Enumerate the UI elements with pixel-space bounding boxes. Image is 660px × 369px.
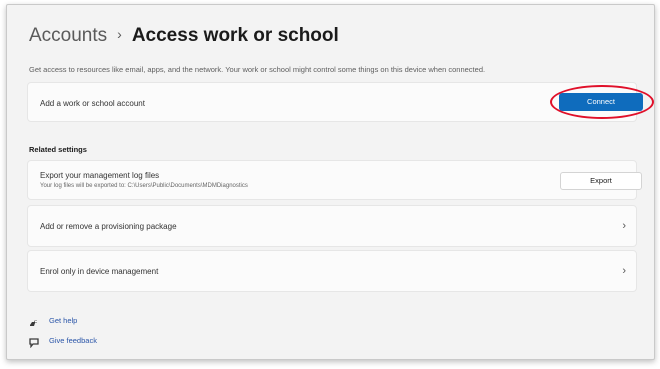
provisioning-package-label: Add or remove a provisioning package	[40, 222, 177, 231]
add-account-label: Add a work or school account	[40, 99, 145, 108]
chevron-right-icon: ›	[622, 220, 626, 232]
enrol-device-management-label: Enrol only in device management	[40, 267, 159, 276]
chevron-right-icon: ›	[622, 265, 626, 277]
export-logs-label: Export your management log files	[40, 171, 160, 180]
breadcrumb-chevron-icon: ›	[117, 26, 122, 42]
breadcrumb: Accounts › Access work or school	[29, 25, 339, 47]
export-logs-path: Your log files will be exported to: C:\U…	[40, 183, 248, 189]
page-description: Get access to resources like email, apps…	[29, 65, 486, 74]
add-account-card: Add a work or school account Connect	[27, 82, 654, 122]
breadcrumb-accounts-link[interactable]: Accounts	[29, 25, 107, 47]
enrol-device-management-item[interactable]: Enrol only in device management ›	[27, 250, 637, 292]
give-feedback-label: Give feedback	[49, 335, 97, 345]
provisioning-package-item[interactable]: Add or remove a provisioning package ›	[27, 205, 637, 247]
settings-window: Accounts › Access work or school Get acc…	[6, 4, 655, 360]
page-title: Access work or school	[131, 25, 339, 46]
export-button[interactable]: Export	[560, 172, 642, 190]
export-logs-card: Export your management log files Your lo…	[27, 160, 642, 200]
connect-button[interactable]: Connect	[559, 93, 643, 111]
related-settings-heading: Related settings	[29, 145, 87, 154]
feedback-icon	[29, 335, 39, 349]
give-feedback-link[interactable]: Give feedback	[29, 335, 97, 349]
help-icon	[29, 315, 39, 326]
get-help-link[interactable]: Get help	[29, 315, 78, 326]
get-help-label: Get help	[49, 315, 78, 325]
